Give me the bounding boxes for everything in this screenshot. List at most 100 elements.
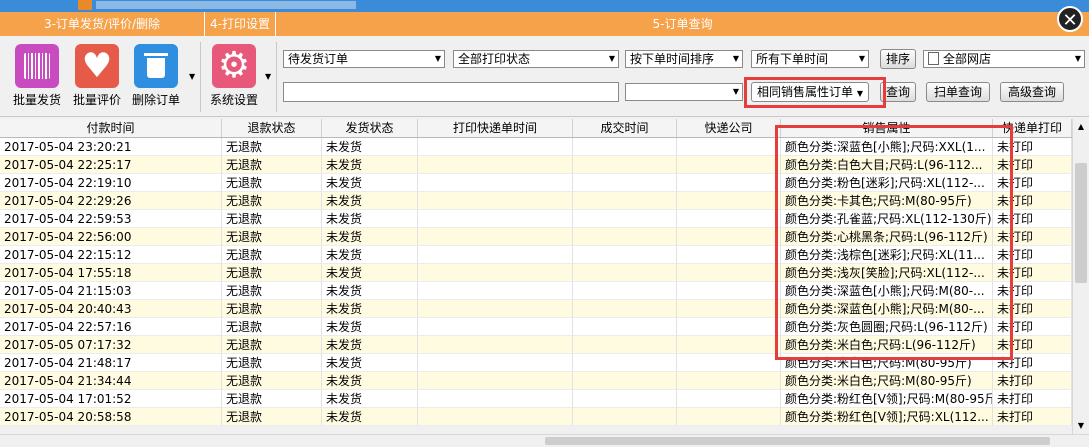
cell-courier [677, 354, 781, 372]
col-print-time[interactable]: 打印快递单时间 [418, 119, 573, 137]
col-deal-time[interactable]: 成交时间 [573, 119, 677, 137]
col-sales-attr[interactable]: 销售属性 [781, 119, 993, 137]
search-input[interactable] [283, 82, 619, 102]
ship-status-value: 待发货订单 [288, 52, 349, 66]
table-row[interactable]: 2017-05-05 07:17:32 无退款 未发货 颜色分类:米白色;尺码:L(9… [0, 336, 1072, 354]
cell-courier [677, 282, 781, 300]
settings-dropdown-arrow-icon[interactable]: ▼ [265, 72, 271, 81]
chevron-down-icon: ▼ [858, 54, 865, 63]
cell-label-print: 未打印 [993, 246, 1072, 264]
cell-refund-status: 无退款 [222, 390, 322, 408]
cell-label-print: 未打印 [993, 264, 1072, 282]
section-order-query[interactable]: 5-订单查询 [276, 12, 1089, 36]
cell-courier [677, 228, 781, 246]
table-row[interactable]: 2017-05-04 23:20:21 无退款 未发货 颜色分类:深蓝色[小熊];尺码… [0, 138, 1072, 156]
secondary-filter-select[interactable]: ▼ [625, 83, 743, 101]
table-row[interactable]: 2017-05-04 22:56:00 无退款 未发货 颜色分类:心桃黑条;尺码:L(… [0, 228, 1072, 246]
cell-pay-time: 2017-05-04 22:25:17 [0, 156, 222, 174]
cell-refund-status: 无退款 [222, 174, 322, 192]
cell-sales-attr: 颜色分类:粉红色[V领];尺码:XL(112... [781, 408, 993, 426]
col-ship-status[interactable]: 发货状态 [322, 119, 418, 137]
cell-deal-time [573, 390, 677, 408]
ship-status-select[interactable]: 待发货订单 ▼ [283, 50, 445, 68]
cell-ship-status: 未发货 [322, 228, 418, 246]
cell-refund-status: 无退款 [222, 318, 322, 336]
table-row[interactable]: 2017-05-04 17:55:18 无退款 未发货 颜色分类:浅灰[笑脸];尺码:… [0, 264, 1072, 282]
cell-label-print: 未打印 [993, 390, 1072, 408]
cell-refund-status: 无退款 [222, 300, 322, 318]
cell-refund-status: 无退款 [222, 246, 322, 264]
horizontal-scrollbar[interactable] [0, 434, 1089, 447]
cell-print-time [418, 390, 573, 408]
system-settings-button[interactable]: 系统设置 [203, 44, 265, 108]
sort-button[interactable]: 排序 [880, 49, 916, 69]
cell-deal-time [573, 246, 677, 264]
delete-dropdown-arrow-icon[interactable]: ▼ [189, 72, 195, 81]
table-row[interactable]: 2017-05-04 22:59:53 无退款 未发货 颜色分类:孔雀蓝;尺码:XL(… [0, 210, 1072, 228]
batch-ship-button[interactable]: 批量发货 [6, 44, 68, 108]
cell-deal-time [573, 318, 677, 336]
table-row[interactable]: 2017-05-04 20:40:43 无退款 未发货 颜色分类:深蓝色[小熊];尺码… [0, 300, 1072, 318]
cell-pay-time: 2017-05-04 21:15:03 [0, 282, 222, 300]
cell-refund-status: 无退款 [222, 264, 322, 282]
col-label-print[interactable]: 快递单打印 [993, 119, 1072, 137]
delete-order-label: 删除订单 [131, 93, 180, 107]
query-button[interactable]: 查询 [880, 82, 916, 102]
cell-refund-status: 无退款 [222, 282, 322, 300]
batch-review-button[interactable]: 批量评价 [66, 44, 128, 108]
table-row[interactable]: 2017-05-04 20:58:58 无退款 未发货 颜色分类:粉红色[V领];尺码… [0, 408, 1072, 426]
scroll-up-icon[interactable]: ▲ [1073, 119, 1089, 135]
cell-pay-time: 2017-05-04 17:55:18 [0, 264, 222, 282]
cell-sales-attr: 颜色分类:深蓝色[小熊];尺码:M(80-... [781, 300, 993, 318]
cell-print-time [418, 318, 573, 336]
cell-refund-status: 无退款 [222, 156, 322, 174]
cell-sales-attr: 颜色分类:粉色[迷彩];尺码:XL(112-... [781, 174, 993, 192]
same-attribute-select[interactable]: 相同销售属性订单 ▼ [751, 82, 869, 102]
table-row[interactable]: 2017-05-04 22:19:10 无退款 未发货 颜色分类:粉色[迷彩];尺码:… [0, 174, 1072, 192]
sort-select[interactable]: 按下单时间排序 ▼ [625, 50, 743, 68]
print-status-select[interactable]: 全部打印状态 ▼ [453, 50, 619, 68]
cell-label-print: 未打印 [993, 282, 1072, 300]
cell-pay-time: 2017-05-04 20:40:43 [0, 300, 222, 318]
cell-pay-time: 2017-05-04 21:34:44 [0, 372, 222, 390]
cell-print-time [418, 210, 573, 228]
table-row[interactable]: 2017-05-04 22:15:12 无退款 未发货 颜色分类:浅棕色[迷彩];尺码… [0, 246, 1072, 264]
scan-query-button[interactable]: 扫单查询 [926, 82, 990, 102]
cell-courier [677, 174, 781, 192]
table-row[interactable]: 2017-05-04 21:15:03 无退款 未发货 颜色分类:深蓝色[小熊];尺码… [0, 282, 1072, 300]
section-ship-review-delete[interactable]: 3-订单发货/评价/删除 [0, 12, 205, 36]
vertical-scrollbar[interactable]: ▲ ▼ [1072, 119, 1089, 434]
advanced-query-button[interactable]: 高级查询 [1000, 82, 1064, 102]
table-row[interactable]: 2017-05-04 22:29:26 无退款 未发货 颜色分类:卡其色;尺码:M(8… [0, 192, 1072, 210]
table-row[interactable]: 2017-05-04 22:57:16 无退款 未发货 颜色分类:灰色圆圈;尺码:L(… [0, 318, 1072, 336]
table-row[interactable]: 2017-05-04 21:48:17 无退款 未发货 颜色分类:米白色;尺码:M(8… [0, 354, 1072, 372]
time-range-select[interactable]: 所有下单时间 ▼ [751, 50, 869, 68]
table-row[interactable]: 2017-05-04 21:34:44 无退款 未发货 颜色分类:米白色;尺码:M(8… [0, 372, 1072, 390]
cell-deal-time [573, 156, 677, 174]
hscroll-thumb[interactable] [545, 437, 1050, 445]
table-row[interactable]: 2017-05-04 17:01:52 无退款 未发货 颜色分类:粉红色[V领];尺码… [0, 390, 1072, 408]
batch-review-label: 批量评价 [72, 93, 121, 107]
cell-refund-status: 无退款 [222, 408, 322, 426]
cell-ship-status: 未发货 [322, 372, 418, 390]
cell-pay-time: 2017-05-05 07:17:32 [0, 336, 222, 354]
cell-print-time [418, 372, 573, 390]
cell-courier [677, 336, 781, 354]
table-row[interactable]: 2017-05-04 22:25:17 无退款 未发货 颜色分类:白色大目;尺码:L(… [0, 156, 1072, 174]
scroll-down-icon[interactable]: ▼ [1073, 418, 1089, 434]
delete-order-button[interactable]: 删除订单 [125, 44, 187, 108]
cell-refund-status: 无退款 [222, 372, 322, 390]
col-courier[interactable]: 快递公司 [677, 119, 781, 137]
cell-sales-attr: 颜色分类:米白色;尺码:M(80-95斤) [781, 354, 993, 372]
col-pay-time[interactable]: 付款时间 [0, 119, 222, 137]
batch-ship-label: 批量发货 [12, 93, 61, 107]
cell-pay-time: 2017-05-04 21:48:17 [0, 354, 222, 372]
close-icon[interactable]: ✕ [1057, 6, 1083, 32]
cell-label-print: 未打印 [993, 210, 1072, 228]
section-print-settings[interactable]: 4-打印设置 [205, 12, 276, 36]
cell-deal-time [573, 354, 677, 372]
col-refund-status[interactable]: 退款状态 [222, 119, 322, 137]
shop-select[interactable]: 全部网店 ▼ [923, 50, 1085, 68]
cell-deal-time [573, 408, 677, 426]
scroll-thumb[interactable] [1075, 163, 1087, 283]
